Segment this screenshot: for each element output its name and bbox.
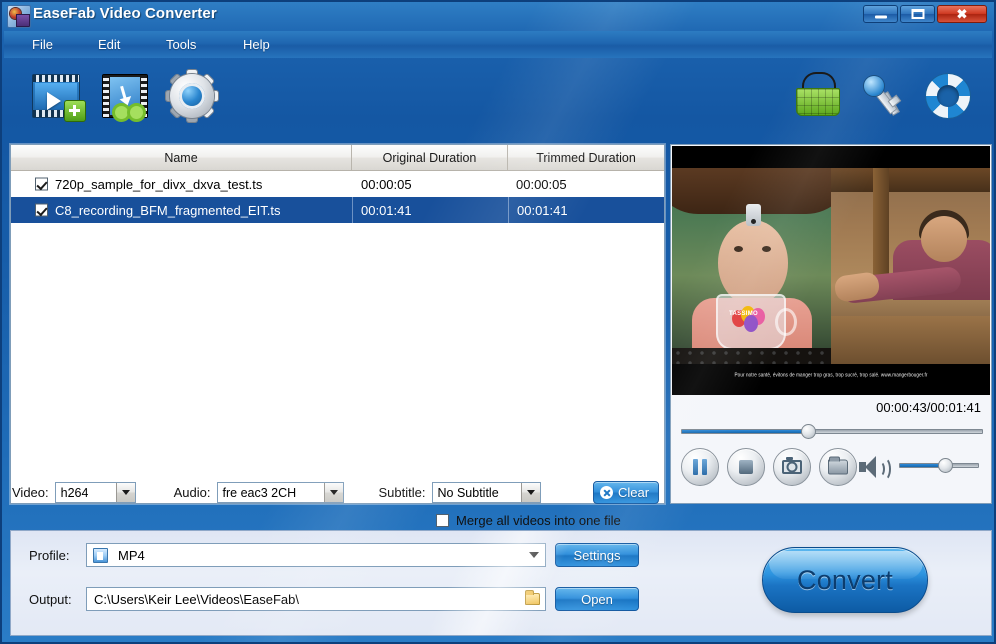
profile-value: MP4 xyxy=(118,547,145,563)
minimize-button[interactable] xyxy=(863,5,898,23)
profile-label: Profile: xyxy=(29,547,70,563)
video-stream-value: h264 xyxy=(60,485,89,500)
original-duration-cell: 00:01:41 xyxy=(352,197,508,223)
profile-select[interactable]: MP4 xyxy=(86,543,546,567)
audio-stream-select[interactable]: fre eac3 2CH xyxy=(216,482,344,503)
maximize-button[interactable] xyxy=(900,5,935,23)
lifebuoy-icon[interactable] xyxy=(922,70,974,122)
window-title: EaseFab Video Converter xyxy=(33,5,217,22)
shopping-basket-icon[interactable] xyxy=(790,70,844,122)
video-preview[interactable]: TASSIMO Pour notre santé, évitons de man… xyxy=(672,146,990,395)
file-list-header: Name Original Duration Trimmed Duration xyxy=(11,145,664,171)
video-scene-right xyxy=(831,168,990,364)
video-scene-left: TASSIMO xyxy=(672,168,831,364)
table-row[interactable]: 720p_sample_for_divx_dxva_test.ts 00:00:… xyxy=(11,171,664,197)
file-name-text: 720p_sample_for_divx_dxva_test.ts xyxy=(55,176,263,192)
pause-button[interactable] xyxy=(681,448,719,486)
convert-button[interactable]: Convert xyxy=(762,547,928,613)
open-folder-button[interactable] xyxy=(819,448,857,486)
column-header-original-duration[interactable]: Original Duration xyxy=(352,145,508,170)
stream-options-bar: Video: h264 Audio: fre eac3 2CH Subtitle… xyxy=(10,478,665,507)
menu-item-edit[interactable]: Edit xyxy=(91,35,127,54)
original-duration-cell: 00:00:05 xyxy=(361,176,412,192)
plus-badge-icon xyxy=(64,100,86,122)
clear-x-icon xyxy=(600,486,613,499)
menu-item-file[interactable]: File xyxy=(25,35,60,54)
merge-checkbox-box[interactable] xyxy=(436,513,449,527)
video-stream-label: Video: xyxy=(12,485,49,500)
subtitle-stream-label: Subtitle: xyxy=(378,485,426,500)
video-subtitle-overlay: Pour notre santé, évitons de manger trop… xyxy=(672,367,990,381)
output-label: Output: xyxy=(29,591,72,607)
volume-slider-handle[interactable] xyxy=(938,458,954,473)
settings-button[interactable]: Settings xyxy=(555,543,639,567)
stop-icon xyxy=(739,460,753,474)
coffee-mug: TASSIMO xyxy=(716,294,797,350)
snapshot-button[interactable] xyxy=(773,448,811,486)
file-name-cell: 720p_sample_for_divx_dxva_test.ts xyxy=(11,171,352,197)
table-row[interactable]: C8_recording_BFM_fragmented_EIT.ts 00:01… xyxy=(11,197,664,223)
column-header-name[interactable]: Name xyxy=(11,145,352,170)
volume-slider[interactable] xyxy=(899,458,979,473)
file-name-cell: C8_recording_BFM_fragmented_EIT.ts xyxy=(11,197,352,223)
subtitle-stream-value: No Subtitle xyxy=(437,485,499,500)
close-icon: ✖ xyxy=(956,6,968,22)
video-stream-select[interactable]: h264 xyxy=(54,482,136,503)
row-checkbox[interactable] xyxy=(35,177,48,191)
seek-slider[interactable] xyxy=(681,424,983,439)
merge-videos-checkbox[interactable]: Merge all videos into one file xyxy=(436,511,621,529)
close-button[interactable]: ✖ xyxy=(937,5,987,23)
toolbar xyxy=(4,58,992,136)
playback-time-label: 00:00:43/00:01:41 xyxy=(876,400,981,415)
column-header-trimmed-duration[interactable]: Trimmed Duration xyxy=(508,145,664,170)
audio-stream-label: Audio: xyxy=(173,485,211,500)
open-folder-icon xyxy=(828,456,848,475)
clear-button[interactable]: Clear xyxy=(593,481,659,504)
clear-button-label: Clear xyxy=(618,485,650,500)
convert-button-label: Convert xyxy=(797,564,893,595)
settings-button-label: Settings xyxy=(573,547,621,563)
open-button-label: Open xyxy=(581,591,613,607)
output-path-field[interactable]: C:\Users\Keir Lee\Videos\EaseFab\ xyxy=(86,587,546,611)
output-path-value: C:\Users\Keir Lee\Videos\EaseFab\ xyxy=(94,591,299,607)
seek-slider-handle[interactable] xyxy=(800,424,816,439)
preview-panel: TASSIMO Pour notre santé, évitons de man… xyxy=(670,144,992,504)
menu-item-tools[interactable]: Tools xyxy=(159,35,203,54)
key-icon[interactable] xyxy=(858,70,910,122)
brand-logo-text: TASSIMO xyxy=(729,311,758,317)
speaker-icon[interactable] xyxy=(859,456,891,481)
row-checkbox[interactable] xyxy=(35,203,48,217)
application-window: EaseFab Video Converter ✖ File Edit Tool… xyxy=(0,0,996,644)
pause-icon xyxy=(693,459,707,475)
menu-item-help[interactable]: Help xyxy=(236,35,277,54)
profile-format-icon xyxy=(93,548,108,563)
trimmed-duration-cell: 00:00:05 xyxy=(516,176,567,192)
subtitle-text: Pour notre santé, évitons de manger trop… xyxy=(734,370,928,378)
output-row: Output: C:\Users\Keir Lee\Videos\EaseFab… xyxy=(29,587,639,611)
snapshot-camera-icon xyxy=(782,457,802,474)
subtitle-stream-select[interactable]: No Subtitle xyxy=(431,482,541,503)
open-button[interactable]: Open xyxy=(555,587,639,611)
audio-stream-value: fre eac3 2CH xyxy=(222,485,297,500)
add-video-icon[interactable] xyxy=(30,68,86,124)
chevron-down-icon[interactable] xyxy=(115,483,135,502)
trim-video-icon[interactable] xyxy=(98,68,154,124)
chevron-down-icon[interactable] xyxy=(520,483,540,502)
profile-row: Profile: MP4 Settings xyxy=(29,543,639,567)
app-logo-icon xyxy=(7,5,31,28)
chevron-down-icon[interactable] xyxy=(323,483,343,502)
menu-bar: File Edit Tools Help xyxy=(4,31,992,58)
folder-icon[interactable] xyxy=(525,590,540,605)
merge-checkbox-label: Merge all videos into one file xyxy=(456,512,621,528)
chevron-down-icon[interactable] xyxy=(524,545,544,565)
title-bar: EaseFab Video Converter ✖ xyxy=(2,2,994,30)
trimmed-duration-cell: 00:01:41 xyxy=(508,197,664,223)
settings-gear-icon[interactable] xyxy=(164,68,220,124)
file-list-panel: Name Original Duration Trimmed Duration … xyxy=(10,144,665,504)
file-name-text: C8_recording_BFM_fragmented_EIT.ts xyxy=(55,202,281,218)
stop-button[interactable] xyxy=(727,448,765,486)
